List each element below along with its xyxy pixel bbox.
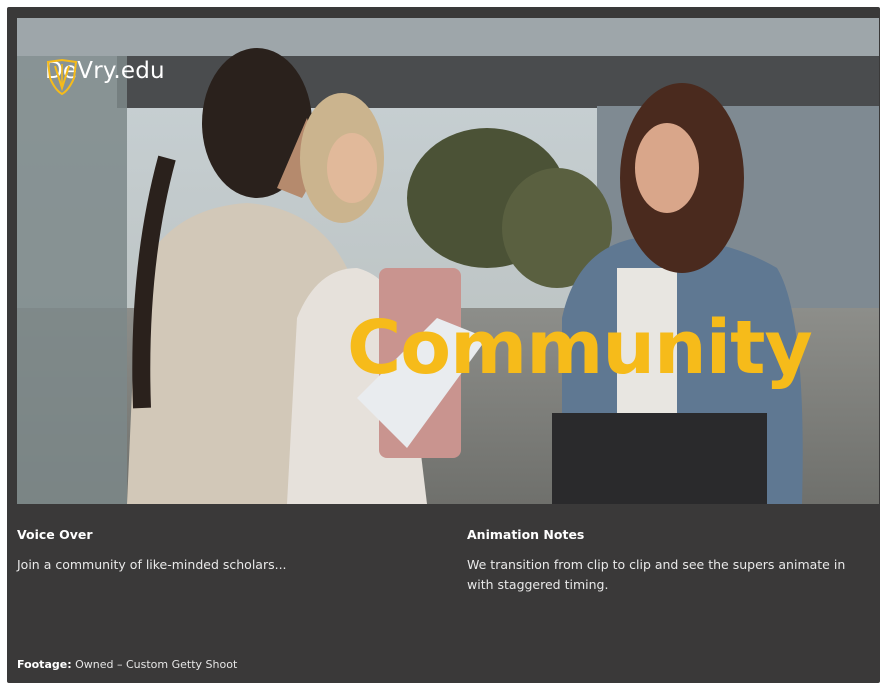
devry-logo: DeVry.edu — [45, 58, 165, 96]
students-photo — [17, 18, 879, 504]
super-headline: Community — [347, 305, 813, 391]
animation-notes-heading: Animation Notes — [467, 527, 585, 542]
footage-value: Owned – Custom Getty Shoot — [75, 658, 238, 671]
footage-credit: Footage: Owned – Custom Getty Shoot — [17, 658, 237, 671]
storyboard-frame: DeVry.edu Community Voice Over Join a co… — [7, 7, 880, 683]
animation-notes-text: We transition from clip to clip and see … — [467, 557, 846, 592]
voice-over-text: Join a community of like-minded scholars… — [17, 557, 287, 572]
voice-over-section: Voice Over Join a community of like-mind… — [17, 527, 437, 575]
voice-over-heading: Voice Over — [17, 527, 93, 542]
footage-label: Footage: — [17, 658, 72, 671]
animation-notes-section: Animation Notes We transition from clip … — [467, 527, 867, 595]
hero-photo: DeVry.edu Community — [17, 18, 879, 504]
devry-shield-icon — [46, 58, 78, 96]
